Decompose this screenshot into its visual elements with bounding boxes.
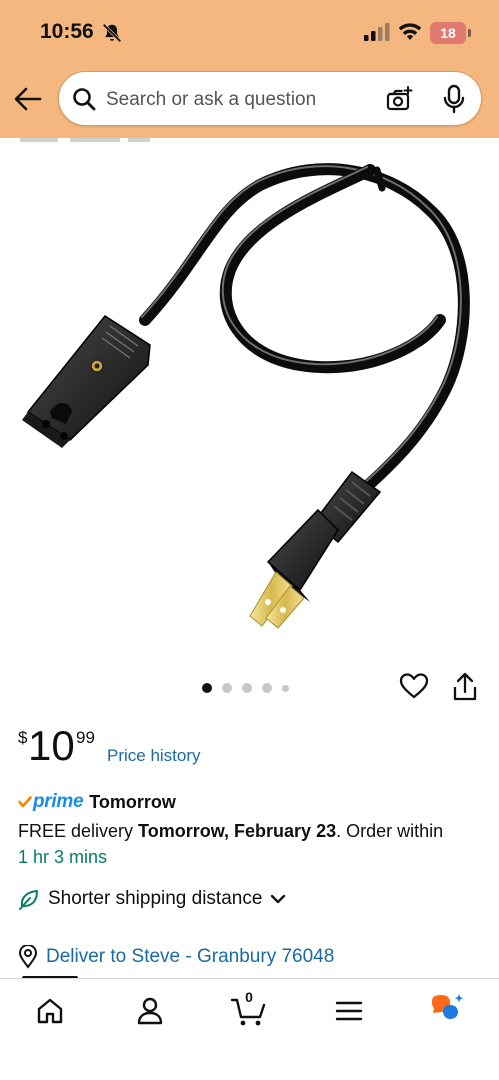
profile-icon[interactable]: [130, 991, 170, 1031]
carousel-dot[interactable]: [222, 683, 232, 693]
menu-icon[interactable]: [329, 991, 369, 1031]
scrolled-content-remnant: [20, 138, 150, 142]
order-countdown: 1 hr 3 mins: [18, 847, 108, 867]
cellular-signal-icon: [364, 23, 390, 41]
carousel-dot[interactable]: [242, 683, 252, 693]
search-input[interactable]: Search or ask a question: [106, 89, 316, 111]
rufus-icon[interactable]: [427, 991, 467, 1031]
delivery-prefix: FREE delivery: [18, 821, 139, 841]
wifi-icon: [398, 23, 422, 40]
prime-check-icon: [18, 796, 32, 808]
bottom-navigation: 0: [0, 978, 499, 1080]
home-icon[interactable]: [30, 991, 70, 1031]
delivery-date: Tomorrow, February 23: [138, 821, 337, 841]
battery-indicator: 18: [430, 22, 471, 44]
carousel-dot[interactable]: [262, 683, 272, 693]
prime-logo-text: prime: [33, 791, 84, 812]
camera-icon[interactable]: [385, 85, 413, 113]
price-whole: 10: [28, 722, 75, 769]
cart-button[interactable]: 0: [229, 989, 269, 1031]
silent-bell-icon: [102, 23, 122, 43]
status-time: 10:56: [40, 20, 94, 43]
heart-icon[interactable]: [399, 672, 429, 700]
deliver-to-link[interactable]: Deliver to Steve - Granbury 76048: [46, 946, 334, 968]
status-bar: 10:56 18: [0, 0, 499, 66]
price-fraction: 99: [76, 728, 95, 747]
price-history-link[interactable]: Price history: [107, 746, 201, 766]
carousel-dot[interactable]: [282, 684, 289, 692]
delivery-suffix: . Order within: [336, 821, 444, 841]
prime-delivery-day: Tomorrow: [89, 791, 176, 812]
leaf-icon: [19, 890, 38, 910]
deliver-to-selector[interactable]: Deliver to Steve - Granbury 76048: [18, 944, 334, 970]
top-header: 10:56 18 Search or ask a question: [0, 0, 499, 138]
shipping-option-label[interactable]: Shorter shipping distance: [48, 888, 262, 910]
price-currency: $: [18, 728, 28, 747]
back-arrow-icon[interactable]: [12, 84, 44, 114]
prime-badge: prime Tomorrow: [18, 790, 176, 814]
image-carousel-dots[interactable]: [202, 682, 289, 694]
shipping-option-selector[interactable]: Shorter shipping distance: [18, 886, 286, 912]
carousel-dot[interactable]: [202, 683, 212, 693]
chevron-down-icon: [271, 894, 286, 904]
search-icon: [73, 88, 96, 111]
location-pin-icon: [18, 945, 38, 969]
product-image[interactable]: [0, 150, 499, 660]
mic-icon[interactable]: [443, 84, 465, 114]
cart-count: 0: [245, 989, 253, 1005]
delivery-message: FREE delivery Tomorrow, February 23. Ord…: [18, 821, 443, 842]
share-icon[interactable]: [453, 672, 477, 702]
search-bar[interactable]: Search or ask a question: [58, 71, 482, 126]
